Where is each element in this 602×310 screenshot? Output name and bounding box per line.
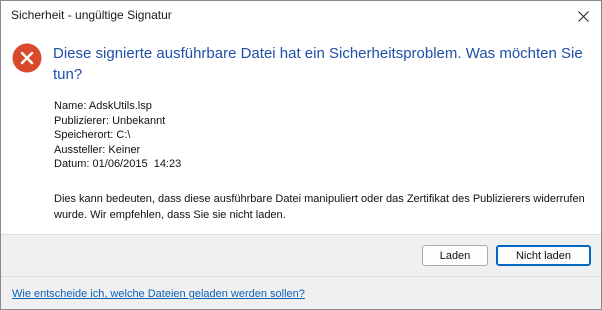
detail-row-location: Speicherort: C:\ — [54, 128, 181, 143]
dialog-footer: Wie entscheide ich, welche Dateien gelad… — [1, 276, 601, 309]
security-dialog: Sicherheit - ungültige Signatur Diese si… — [0, 0, 602, 310]
help-link[interactable]: Wie entscheide ich, welche Dateien gelad… — [12, 288, 305, 300]
detail-row-issuer: Aussteller: Keiner — [54, 143, 181, 158]
load-button[interactable]: Laden — [422, 245, 488, 266]
detail-row-date: Datum: 01/06/2015 14:23 — [54, 157, 181, 172]
window-title: Sicherheit - ungültige Signatur — [11, 8, 172, 22]
title-bar: Sicherheit - ungültige Signatur — [1, 1, 601, 31]
close-button[interactable] — [565, 1, 601, 31]
detail-label: Publizierer: — [54, 114, 110, 127]
detail-row-publisher: Publizierer: Unbekannt — [54, 114, 181, 129]
signature-details: Name: AdskUtils.lsp Publizierer: Unbekan… — [54, 99, 181, 172]
close-icon — [577, 10, 589, 22]
detail-value: C:\ — [116, 129, 131, 141]
detail-label: Name: — [54, 100, 87, 112]
button-bar: Laden Nicht laden — [1, 234, 601, 276]
detail-row-name: Name: AdskUtils.lsp — [54, 99, 181, 114]
warning-message: Dies kann bedeuten, dass diese ausführba… — [54, 193, 585, 221]
error-icon — [12, 43, 42, 73]
headline-text: Diese signierte ausführbare Datei hat ei… — [53, 45, 583, 83]
detail-value: Unbekannt — [112, 114, 166, 127]
detail-value: Keiner — [108, 143, 141, 156]
dialog-content: Diese signierte ausführbare Datei hat ei… — [1, 31, 601, 234]
detail-value: AdskUtils.lsp — [88, 100, 152, 112]
dont-load-button[interactable]: Nicht laden — [496, 245, 591, 266]
detail-label: Speicherort: — [54, 129, 114, 141]
detail-label: Aussteller: — [54, 143, 106, 156]
detail-label: Datum: — [54, 158, 90, 170]
detail-value: 01/06/2015 14:23 — [92, 158, 182, 170]
